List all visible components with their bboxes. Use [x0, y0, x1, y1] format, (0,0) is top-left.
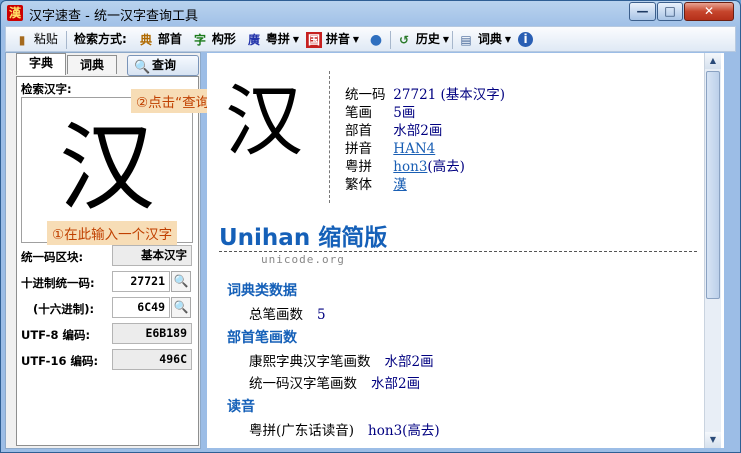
result-panel: 汉 统一码 27721 (基本汉字) 笔画 5画 部首 水部2画 拼音 HAN4… [207, 53, 724, 448]
scroll-down-icon[interactable]: ▼ [705, 432, 721, 448]
radical-icon: 典 [139, 32, 152, 47]
toolbar-divider [390, 31, 391, 49]
search-mode-label: 检索方式: [74, 32, 127, 46]
structure-mode-button[interactable]: 字 构形 [192, 30, 236, 49]
hex-search-button[interactable]: 🔍 [171, 297, 191, 318]
toolbar: ▮ 粘贴 检索方式: 典 部首 字 构形 廣 粤拼 ▼ 国 拼音 ▼ ● ↺ 历史 ▼ [5, 26, 736, 52]
tab-dictionary[interactable]: 词典 [67, 55, 117, 74]
row-unicode-strokes: 统一码汉字笔画数 水部2画 [249, 376, 421, 392]
info-icon: i [518, 32, 533, 47]
query-button[interactable]: 🔍 查询 [127, 55, 199, 76]
close-button[interactable]: ✕ [684, 2, 734, 21]
info-unicode: 统一码 27721 (基本汉字) [345, 87, 506, 103]
globe-icon: ● [369, 31, 383, 48]
search-icon: 🔍 [173, 300, 189, 314]
chevron-down-icon: ▼ [442, 35, 449, 44]
pinyin-icon: 国 [306, 31, 322, 48]
traditional-link[interactable]: 漢 [393, 177, 407, 193]
section-dict-data: 词典类数据 [227, 283, 297, 299]
decimal-label: 十进制统一码: [21, 276, 95, 290]
minimize-button[interactable]: — [629, 2, 656, 21]
radical-mode-button[interactable]: 典 部首 [138, 30, 182, 49]
chevron-down-icon: ▼ [352, 35, 359, 44]
hex-input[interactable]: 6C49 [112, 297, 170, 318]
row-cantonese-reading: 粤拼(广东话读音) hon3(高去) [249, 423, 440, 439]
about-button[interactable]: i [518, 30, 533, 49]
cantonese-icon: 廣 [247, 32, 260, 47]
scroll-up-icon[interactable]: ▲ [705, 53, 721, 69]
window-title: 汉字速查 - 统一汉字查询工具 [29, 9, 198, 24]
toolbar-divider [452, 31, 453, 49]
utf8-label: UTF-8 编码: [21, 328, 91, 342]
tab-character[interactable]: 字典 [16, 53, 66, 75]
vertical-scrollbar[interactable]: ▲ ▼ [704, 53, 721, 448]
scroll-thumb[interactable] [706, 71, 720, 299]
unihan-source: unicode.org [261, 253, 345, 266]
decimal-search-button[interactable]: 🔍 [171, 271, 191, 292]
globe-button[interactable]: ● [368, 30, 384, 49]
structure-icon: 字 [193, 32, 206, 47]
block-label: 统一码区块: [21, 250, 84, 264]
info-cantonese: 粤拼 hon3(高去) [345, 159, 465, 175]
history-back-icon: ↺ [398, 32, 410, 47]
callout-step1: ①在此输入一个汉字 [47, 221, 178, 245]
info-traditional: 繁体 漢 [345, 177, 407, 193]
maximize-button[interactable]: □ [657, 2, 683, 21]
info-strokes: 笔画 5画 [345, 105, 416, 121]
row-kangxi: 康熙字典汉字笔画数 水部2画 [249, 354, 434, 370]
paste-button[interactable]: ▮ 粘贴 [14, 30, 58, 49]
result-char: 汉 [225, 77, 304, 167]
chevron-down-icon: ▼ [292, 35, 299, 44]
row-total-strokes: 总笔画数 5 [249, 307, 326, 323]
info-pinyin: 拼音 HAN4 [345, 141, 436, 157]
character-tab-panel: 检索汉字: 汉 统一码区块: 基本汉字 十进制统一码: 27721 🔍 (十六进… [16, 76, 199, 446]
title-bar: 漢 汉字速查 - 统一汉字查询工具 — □ ✕ [1, 1, 740, 25]
history-button[interactable]: ↺ 历史 ▼ [396, 30, 449, 49]
app-window: 漢 汉字速查 - 统一汉字查询工具 — □ ✕ ▮ 粘贴 检索方式: 典 部首 … [0, 0, 741, 453]
search-icon: 🔍 [134, 60, 151, 75]
cantonese-mode-button[interactable]: 廣 粤拼 ▼ [246, 30, 299, 49]
search-char-label: 检索汉字: [21, 82, 72, 96]
chevron-down-icon: ▼ [504, 35, 511, 44]
hex-label: (十六进制): [33, 302, 95, 316]
info-divider [329, 71, 330, 203]
block-value: 基本汉字 [112, 245, 192, 266]
info-radical: 部首 水部2画 [345, 123, 443, 139]
book-icon: ▤ [460, 32, 472, 47]
section-radical-strokes: 部首笔画数 [227, 330, 297, 346]
clipboard-icon: ▮ [18, 32, 26, 47]
utf16-value: 496C [112, 349, 192, 370]
pinyin-mode-button[interactable]: 国 拼音 ▼ [306, 30, 359, 49]
unihan-divider [219, 251, 697, 252]
app-logo-icon: 漢 [7, 5, 23, 21]
search-icon: 🔍 [173, 274, 189, 288]
utf8-value: E6B189 [112, 323, 192, 344]
dictionary-button[interactable]: ▤ 词典 ▼ [458, 30, 511, 49]
section-reading: 读音 [227, 399, 255, 415]
utf16-label: UTF-16 编码: [21, 354, 99, 368]
unihan-title: Unihan 缩简版 [219, 225, 388, 251]
decimal-input[interactable]: 27721 [112, 271, 170, 292]
toolbar-divider [66, 31, 67, 49]
